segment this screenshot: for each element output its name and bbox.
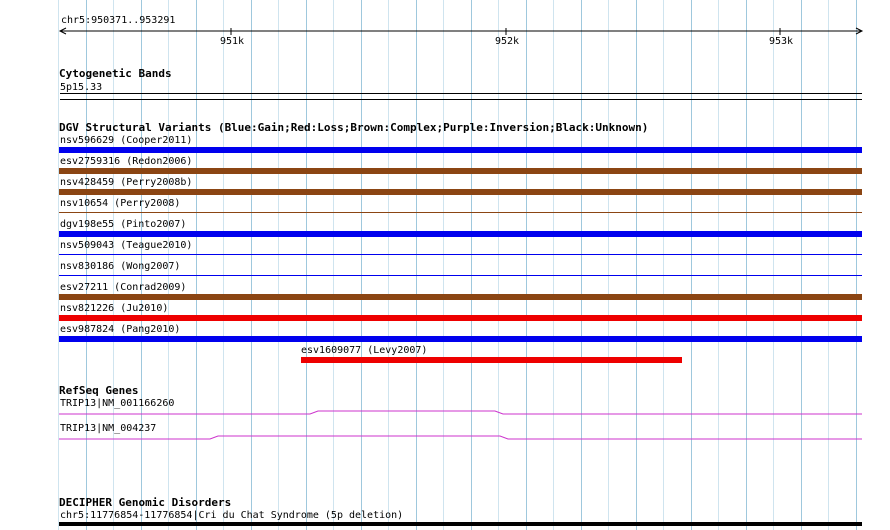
grid-line bbox=[361, 0, 362, 530]
grid-line bbox=[471, 0, 472, 530]
variant-label[interactable]: esv27211 (Conrad2009) bbox=[60, 282, 186, 293]
grid-line bbox=[196, 0, 197, 530]
genome-browser-view: chr5:950371..953291 951k 952k 953k Cytog… bbox=[0, 0, 890, 530]
grid-line bbox=[636, 0, 637, 530]
variant-label[interactable]: esv2759316 (Redon2006) bbox=[60, 156, 192, 167]
grid-line bbox=[443, 0, 444, 530]
variant-bar-complex[interactable] bbox=[59, 168, 862, 174]
variant-label[interactable]: nsv509043 (Teague2010) bbox=[60, 240, 192, 251]
ruler-tick-952k: 952k bbox=[495, 36, 520, 47]
gene-model-nm-004237[interactable] bbox=[0, 427, 890, 447]
variant-label[interactable]: dgv198e55 (Pinto2007) bbox=[60, 219, 186, 230]
variant-bar-complex[interactable] bbox=[59, 294, 862, 300]
variant-label[interactable]: esv1609077 (Levy2007) bbox=[301, 345, 427, 356]
refseq-track-title[interactable]: RefSeq Genes bbox=[59, 385, 138, 397]
grid-line bbox=[416, 0, 417, 530]
grid-line bbox=[828, 0, 829, 530]
grid-line bbox=[333, 0, 334, 530]
grid-line bbox=[608, 0, 609, 530]
grid-line bbox=[251, 0, 252, 530]
variant-bar-loss[interactable] bbox=[59, 315, 862, 321]
grid-line bbox=[773, 0, 774, 530]
grid-line bbox=[498, 0, 499, 530]
variant-bar-complex[interactable] bbox=[59, 189, 862, 195]
variant-bar-gain[interactable] bbox=[59, 147, 862, 153]
grid-line bbox=[526, 0, 527, 530]
dgv-track-title[interactable]: DGV Structural Variants (Blue:Gain;Red:L… bbox=[59, 122, 648, 134]
grid-line bbox=[746, 0, 747, 530]
gene-model-nm-001166260[interactable] bbox=[0, 402, 890, 422]
cytoband-bar-bottom bbox=[60, 99, 862, 100]
variant-label[interactable]: nsv821226 (Ju2010) bbox=[60, 303, 168, 314]
grid-line bbox=[306, 0, 307, 530]
variant-line-complex[interactable] bbox=[59, 212, 862, 213]
cytobands-track-title[interactable]: Cytogenetic Bands bbox=[59, 68, 172, 80]
cytoband-label[interactable]: 5p15.33 bbox=[60, 82, 102, 93]
cytoband-bar-top bbox=[60, 93, 862, 94]
grid-line bbox=[223, 0, 224, 530]
grid-line bbox=[663, 0, 664, 530]
grid-line bbox=[718, 0, 719, 530]
variant-bar-loss[interactable] bbox=[301, 357, 682, 363]
grid-line bbox=[691, 0, 692, 530]
grid-line bbox=[278, 0, 279, 530]
decipher-record-label[interactable]: chr5:11776854-11776854|Cri du Chat Syndr… bbox=[60, 510, 403, 521]
variant-label[interactable]: nsv596629 (Cooper2011) bbox=[60, 135, 192, 146]
variant-label[interactable]: nsv428459 (Perry2008b) bbox=[60, 177, 192, 188]
variant-label[interactable]: nsv10654 (Perry2008) bbox=[60, 198, 180, 209]
ruler-tick-951k: 951k bbox=[220, 36, 245, 47]
variant-line-gain[interactable] bbox=[59, 275, 862, 276]
grid-line bbox=[801, 0, 802, 530]
variant-bar-gain[interactable] bbox=[59, 336, 862, 342]
decipher-track-title[interactable]: DECIPHER Genomic Disorders bbox=[59, 497, 231, 509]
variant-label[interactable]: nsv830186 (Wong2007) bbox=[60, 261, 180, 272]
grid-line bbox=[388, 0, 389, 530]
variant-label[interactable]: esv987824 (Pang2010) bbox=[60, 324, 180, 335]
variant-line-gain[interactable] bbox=[59, 254, 862, 255]
grid-line bbox=[581, 0, 582, 530]
ruler-tick-953k: 953k bbox=[769, 36, 794, 47]
decipher-record-bar[interactable] bbox=[59, 522, 862, 526]
grid-line bbox=[553, 0, 554, 530]
ruler-axis bbox=[58, 27, 864, 35]
variant-bar-gain[interactable] bbox=[59, 231, 862, 237]
grid-line bbox=[856, 0, 857, 530]
